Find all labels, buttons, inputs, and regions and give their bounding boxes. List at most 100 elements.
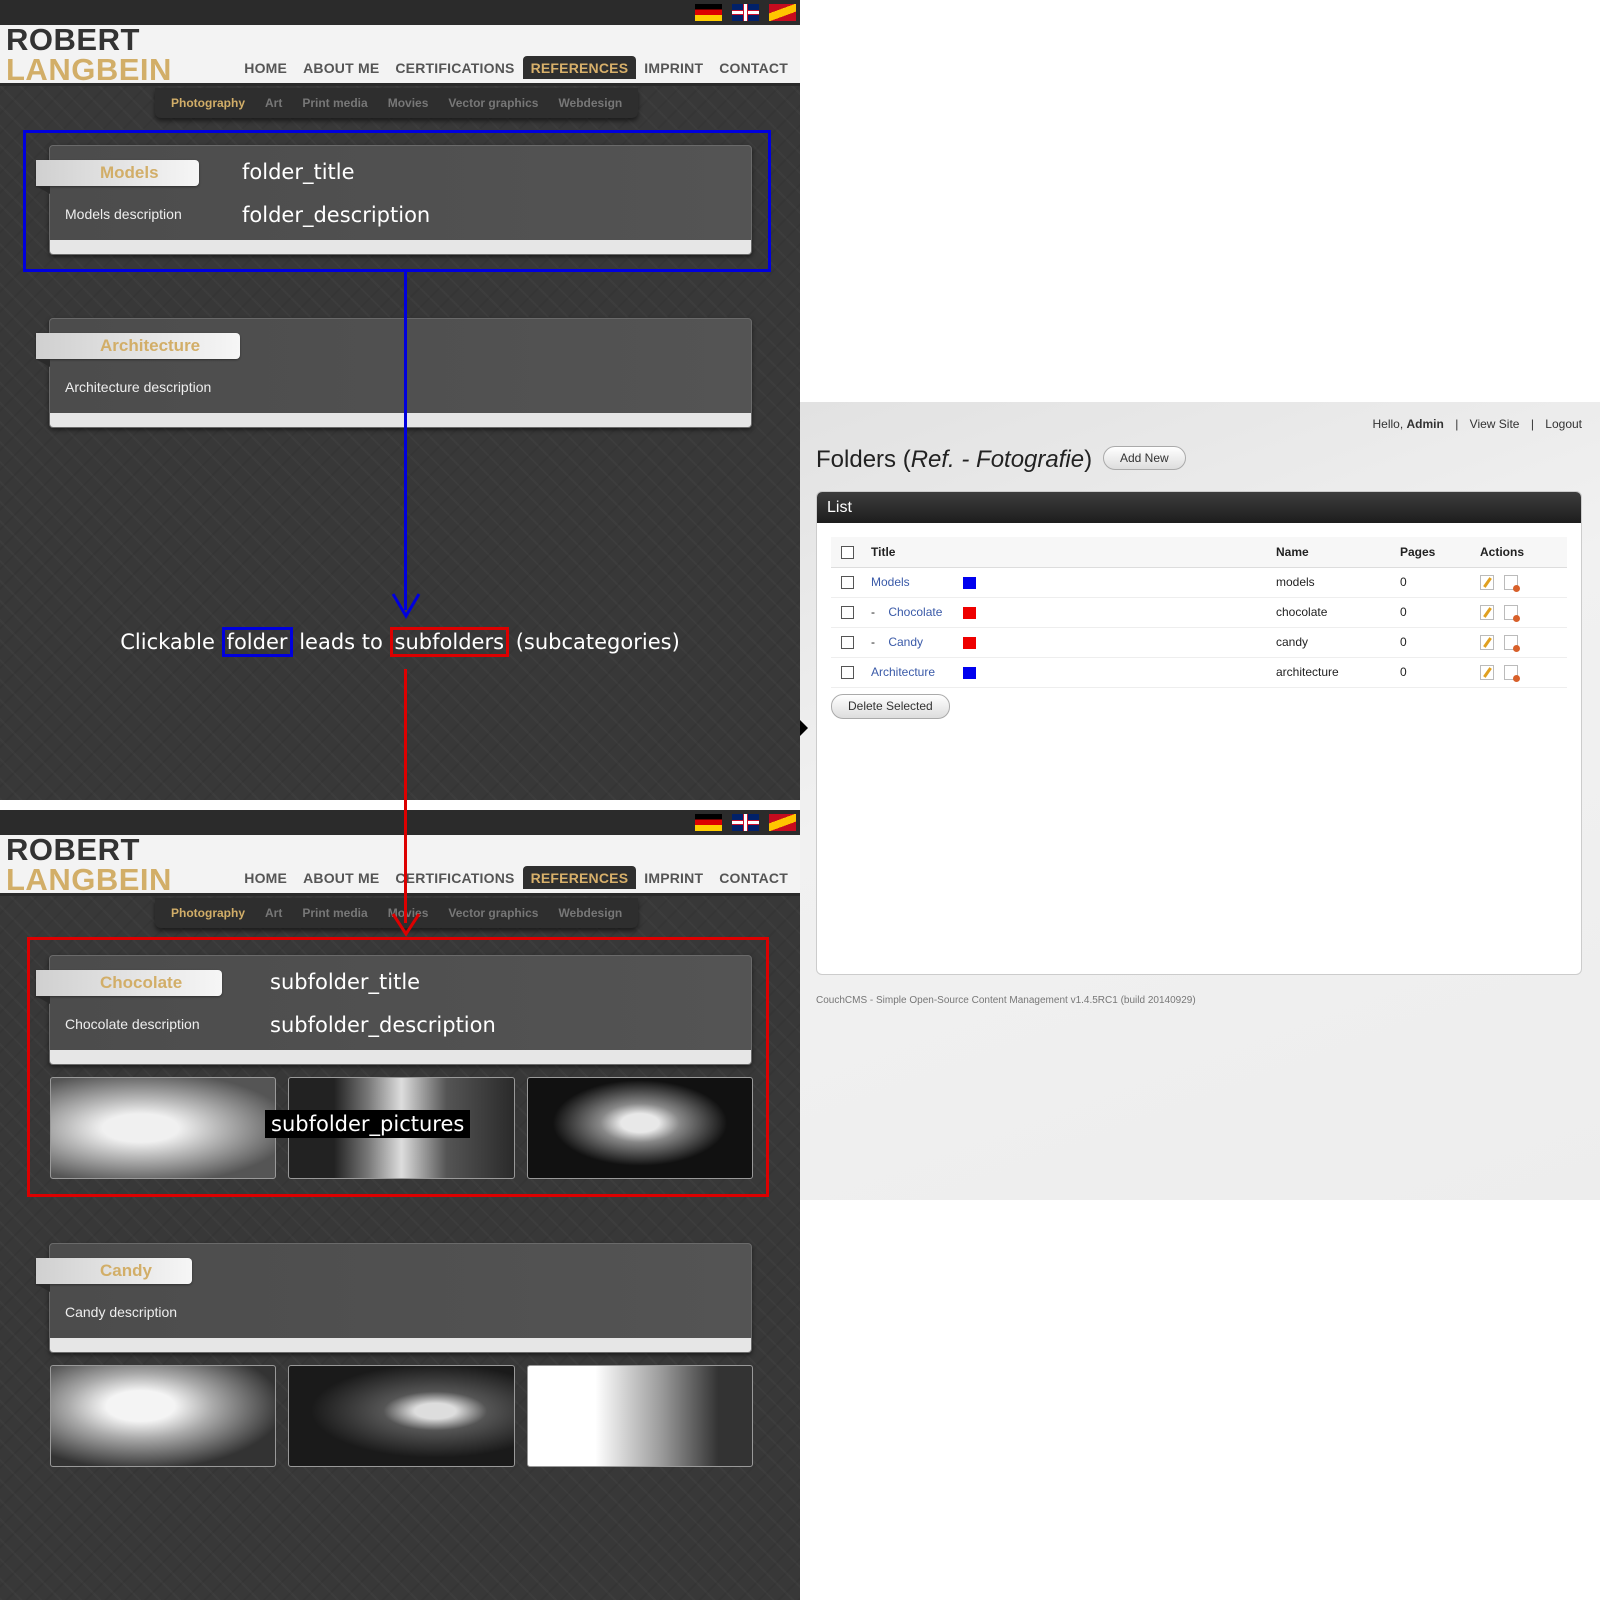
row-checkbox[interactable] [841,666,854,680]
nav-imprint[interactable]: IMPRINT [636,866,711,889]
row-pages: 0 [1400,597,1480,628]
edit-icon[interactable] [1480,574,1494,590]
subnav-photography[interactable]: Photography [171,906,245,920]
es-flag-icon[interactable] [769,814,796,831]
subnav-print-media[interactable]: Print media [302,906,367,920]
nav-about-me[interactable]: ABOUT ME [295,866,387,889]
folder-color-swatch [963,576,976,589]
logo-line2: LANGBEIN [6,52,172,87]
folder-connector-line [404,272,407,610]
row-checkbox[interactable] [841,576,854,590]
nav-contact[interactable]: CONTACT [711,56,796,79]
delete-icon[interactable] [1504,664,1520,682]
folder-color-swatch [963,666,976,679]
de-flag-icon[interactable] [695,4,722,21]
folder-arrowhead-icon [391,593,421,619]
folder-color-swatch [963,636,976,649]
row-pages: 0 [1400,657,1480,688]
subnav-webdesign[interactable]: Webdesign [558,906,622,920]
folder-card-title: Architecture [36,333,241,367]
explanation-part1: Clickable [120,630,215,654]
site-logo[interactable]: ROBERT LANGBEIN [6,834,172,895]
card-bottom-strip [50,413,751,427]
row-title-link[interactable]: Chocolate [888,605,942,619]
admin-panel: Hello, Admin | View Site | Logout Folder… [800,402,1600,1200]
nav-about-me[interactable]: ABOUT ME [295,56,387,79]
table-row: - Candy candy 0 [831,627,1567,658]
subnav-photography[interactable]: Photography [171,96,245,110]
admin-footer: CouchCMS - Simple Open-Source Content Ma… [816,995,1196,1006]
explanation-text: Clickable folder leads to subfolders (su… [0,627,800,657]
row-title-link[interactable]: Candy [888,635,923,649]
nav-certifications[interactable]: CERTIFICATIONS [387,866,522,889]
row-indent: - [871,605,875,619]
candy-pictures [50,1365,753,1467]
logout-link[interactable]: Logout [1545,417,1582,431]
site-logo[interactable]: ROBERT LANGBEIN [6,22,172,87]
de-flag-icon[interactable] [695,814,722,831]
nav-home[interactable]: HOME [236,866,295,889]
row-title-link[interactable]: Models [871,575,910,589]
card-bottom-strip [50,1338,751,1352]
uk-flag-icon[interactable] [732,4,759,21]
table-row: Models models 0 [831,567,1567,598]
nav-references[interactable]: REFERENCES [522,56,637,79]
subfolder-card-candy[interactable]: Candy Candy description [36,1243,752,1353]
nav-references[interactable]: REFERENCES [522,866,637,889]
folder-card-description: Architecture description [65,379,212,395]
subnav-movies[interactable]: Movies [388,96,429,110]
title-prefix: Folders ( [816,446,911,473]
explanation-subfolders: subfolders [389,627,510,657]
edit-icon[interactable] [1480,634,1494,650]
delete-selected-button[interactable]: Delete Selected [831,694,950,719]
column-title[interactable]: Title [871,537,1276,568]
edit-icon[interactable] [1480,664,1494,680]
subnav-vector-graphics[interactable]: Vector graphics [448,96,538,110]
row-pages: 0 [1400,627,1480,658]
row-name: candy [1276,627,1400,658]
subnav-webdesign[interactable]: Webdesign [558,96,622,110]
greeting-text: Hello, [1372,417,1404,431]
subfolder-highlight-box [27,937,769,1197]
subfolder-card-description: Candy description [65,1304,178,1320]
subnav-vector-graphics[interactable]: Vector graphics [448,906,538,920]
photo-thumbnail[interactable] [526,1365,753,1467]
uk-flag-icon[interactable] [732,814,759,831]
add-new-button[interactable]: Add New [1103,446,1186,470]
logo-line1: ROBERT [6,22,140,57]
column-name[interactable]: Name [1276,537,1400,568]
folder-highlight-box [23,130,771,272]
subfolder-connector-line [404,669,407,923]
folder-card-architecture[interactable]: Architecture Architecture description [36,318,752,428]
row-checkbox[interactable] [841,606,854,620]
folder-color-swatch [963,606,976,619]
photo-thumbnail[interactable] [50,1365,277,1467]
delete-icon[interactable] [1504,574,1520,592]
edit-icon[interactable] [1480,604,1494,620]
nav-certifications[interactable]: CERTIFICATIONS [387,56,522,79]
folders-table: Title Name Pages Actions Models models 0… [831,537,1567,688]
subnav-print-media[interactable]: Print media [302,96,367,110]
subfolder-arrowhead-icon [391,913,421,937]
site-header: ROBERT LANGBEIN HOME ABOUT ME CERTIFICAT… [0,834,800,896]
row-name: architecture [1276,657,1400,688]
sub-nav: Photography Art Print media Movies Vecto… [155,88,639,118]
row-title-link[interactable]: Architecture [871,665,935,679]
panel-pointer-icon [800,720,808,736]
column-pages: Pages [1400,537,1480,568]
table-row: - Chocolate chocolate 0 [831,597,1567,628]
delete-icon[interactable] [1504,604,1520,622]
nav-contact[interactable]: CONTACT [711,866,796,889]
select-all-checkbox[interactable] [841,545,854,559]
subnav-art[interactable]: Art [265,96,282,110]
view-site-link[interactable]: View Site [1470,417,1520,431]
delete-icon[interactable] [1504,634,1520,652]
photo-thumbnail[interactable] [288,1365,515,1467]
subnav-art[interactable]: Art [265,906,282,920]
row-checkbox[interactable] [841,636,854,650]
es-flag-icon[interactable] [769,4,796,21]
nav-home[interactable]: HOME [236,56,295,79]
nav-imprint[interactable]: IMPRINT [636,56,711,79]
site-header: ROBERT LANGBEIN HOME ABOUT ME CERTIFICAT… [0,22,800,87]
site-screenshot-top: ROBERT LANGBEIN HOME ABOUT ME CERTIFICAT… [0,0,800,800]
